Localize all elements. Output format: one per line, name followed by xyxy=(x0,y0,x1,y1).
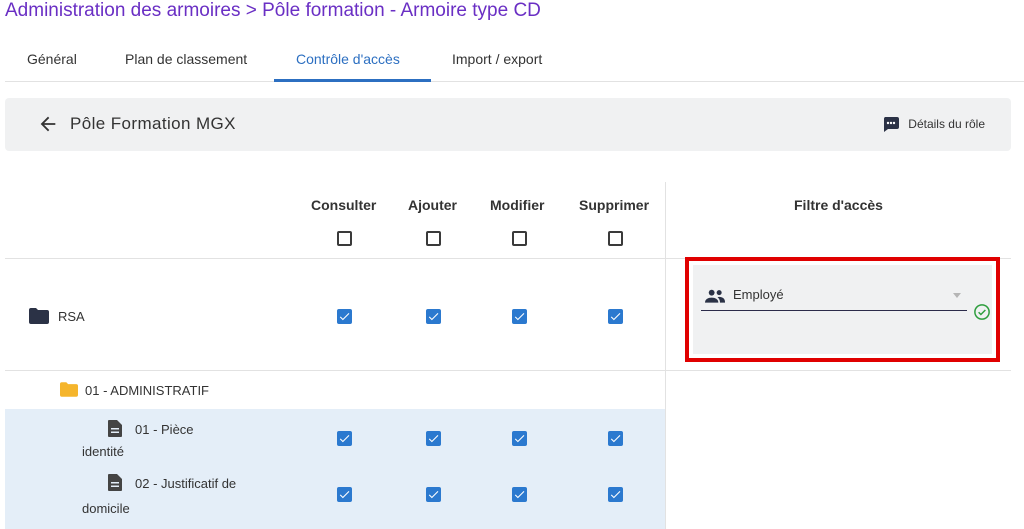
justificatif-consulter-checkbox[interactable] xyxy=(337,487,352,502)
row-label-justificatif-line1: 02 - Justificatif de xyxy=(135,476,237,491)
column-supprimer: Supprimer xyxy=(579,197,650,213)
details-label: Détails du rôle xyxy=(908,117,985,131)
group-icon xyxy=(705,289,725,303)
row-label-rsa: RSA xyxy=(58,309,85,324)
comment-dots-icon xyxy=(884,117,900,132)
row-label-administratif: 01 - ADMINISTRATIF xyxy=(85,383,209,398)
role-name: Pôle Formation MGX xyxy=(70,114,236,133)
access-filter-field: Employé xyxy=(693,265,992,354)
access-filter-highlight: Employé xyxy=(685,257,1000,362)
page-title: Administration des armoires > Pôle forma… xyxy=(5,0,541,21)
role-header: Pôle Formation MGX Détails du rôle xyxy=(5,98,1011,151)
access-filter-select[interactable]: Employé xyxy=(701,281,967,311)
rsa-supprimer-checkbox[interactable] xyxy=(608,309,623,324)
column-divider xyxy=(665,182,666,529)
active-tab-indicator xyxy=(274,79,431,82)
rsa-consulter-checkbox[interactable] xyxy=(337,309,352,324)
access-filter-value: Employé xyxy=(733,287,784,302)
tab-general[interactable]: Général xyxy=(27,51,77,67)
column-ajouter: Ajouter xyxy=(408,197,457,213)
rsa-ajouter-checkbox[interactable] xyxy=(426,309,441,324)
column-consulter: Consulter xyxy=(311,197,377,213)
tab-plan-de-classement[interactable]: Plan de classement xyxy=(125,51,247,67)
folder-icon xyxy=(60,382,78,397)
rsa-modifier-checkbox[interactable] xyxy=(512,309,527,324)
column-filtre-acces: Filtre d'accès xyxy=(794,197,883,213)
folder-icon xyxy=(29,308,49,324)
tab-bar: Général Plan de classement Contrôle d'ac… xyxy=(5,40,1024,82)
document-icon xyxy=(108,420,122,437)
row-divider xyxy=(5,370,1011,371)
justificatif-ajouter-checkbox[interactable] xyxy=(426,487,441,502)
select-all-ajouter-checkbox[interactable] xyxy=(426,231,441,246)
select-all-supprimer-checkbox[interactable] xyxy=(608,231,623,246)
arrow-left-icon[interactable] xyxy=(37,113,59,135)
justificatif-supprimer-checkbox[interactable] xyxy=(608,487,623,502)
select-all-modifier-checkbox[interactable] xyxy=(512,231,527,246)
tab-controle-acces[interactable]: Contrôle d'accès xyxy=(296,51,400,67)
justificatif-modifier-checkbox[interactable] xyxy=(512,487,527,502)
piece-identite-consulter-checkbox[interactable] xyxy=(337,431,352,446)
row-label-justificatif-line2: domicile xyxy=(82,501,130,516)
column-modifier: Modifier xyxy=(490,197,545,213)
details-button[interactable]: Détails du rôle xyxy=(882,116,985,132)
row-label-piece-identite-line2: identité xyxy=(82,444,124,459)
caret-down-icon xyxy=(953,293,961,298)
document-icon xyxy=(108,474,122,491)
row-label-piece-identite-line1: 01 - Pièce xyxy=(135,422,194,437)
tab-import-export[interactable]: Import / export xyxy=(452,51,542,67)
access-table: Consulter Ajouter Modifier Supprimer Fil… xyxy=(5,152,1011,529)
select-all-consulter-checkbox[interactable] xyxy=(337,231,352,246)
piece-identite-ajouter-checkbox[interactable] xyxy=(426,431,441,446)
piece-identite-supprimer-checkbox[interactable] xyxy=(608,431,623,446)
check-circle-icon xyxy=(974,304,990,320)
piece-identite-modifier-checkbox[interactable] xyxy=(512,431,527,446)
